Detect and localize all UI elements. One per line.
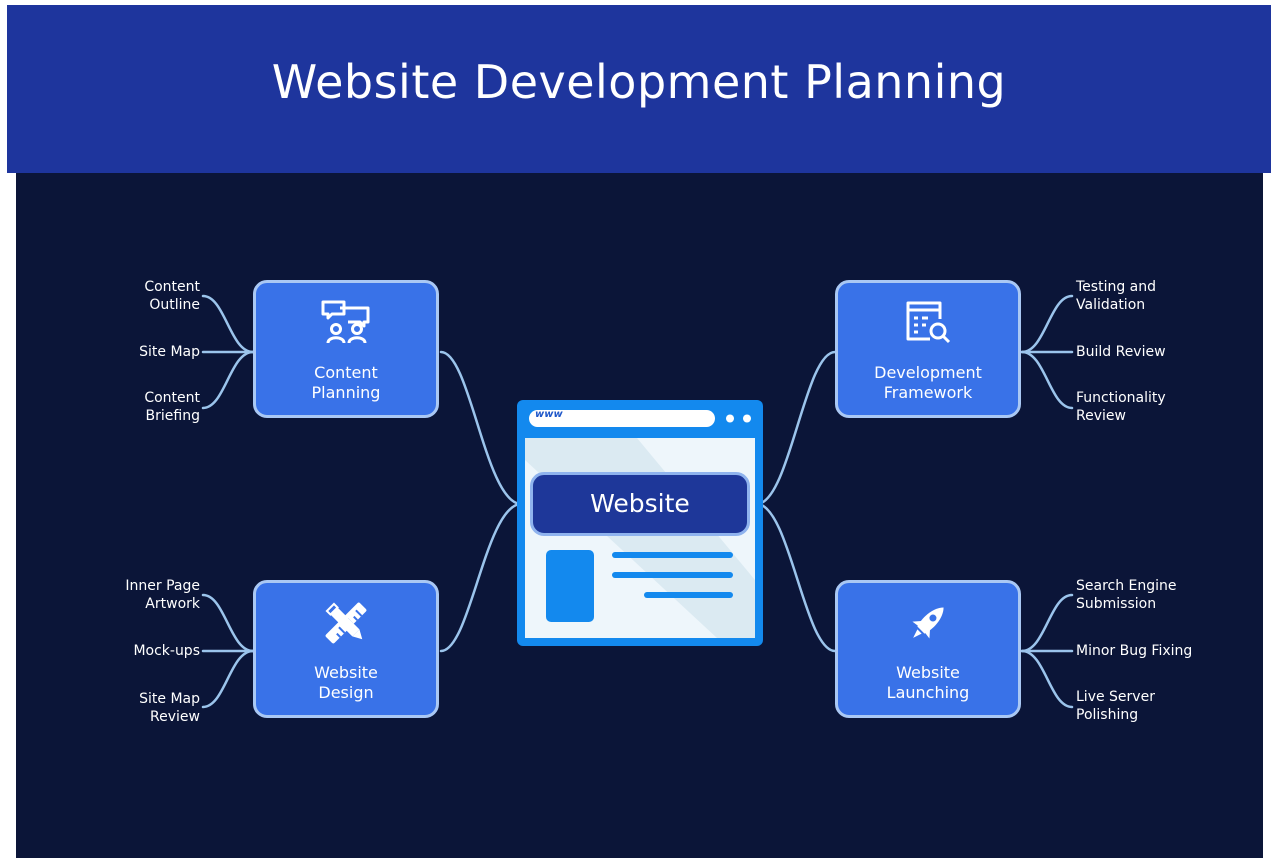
connector-center-content-planning (439, 350, 522, 506)
rocket-icon (912, 607, 944, 639)
leaf-testing-validation: Testing and Validation (1076, 279, 1157, 313)
connector-center-website-launching (756, 502, 837, 653)
leaf-inner-page-artwork: Inner Page Artwork (125, 578, 200, 612)
leaf-build-review: Build Review (1076, 344, 1166, 360)
connector-live-server (1020, 649, 1074, 709)
node-website-launching: Website Launching (835, 580, 1021, 718)
node-content-planning: Content Planning (253, 280, 439, 418)
meeting-chat-icon (321, 300, 370, 344)
node-label: Website Launching (886, 663, 970, 702)
connector-search-engine (1020, 593, 1074, 653)
connector-site-map-review (201, 649, 255, 709)
connector-functionality-review (1020, 350, 1074, 410)
node-website-design: Website Design (253, 580, 439, 718)
central-node-website: Website (530, 472, 750, 536)
leaf-minor-bug-fixing: Minor Bug Fixing (1076, 643, 1193, 659)
leaf-search-engine-submission: Search Engine Submission (1076, 578, 1177, 612)
leaf-mock-ups: Mock-ups (133, 643, 200, 659)
leaf-content-briefing: Content Briefing (144, 390, 200, 424)
leaf-site-map: Site Map (139, 344, 200, 360)
node-development-framework: Development Framework (835, 280, 1021, 418)
connector-center-website-design (439, 502, 522, 653)
leaf-functionality-review: Functionality Review (1076, 390, 1166, 424)
node-label: Development Framework (874, 363, 982, 402)
ruler-pencil-icon (325, 602, 367, 644)
leaf-site-map-review: Site Map Review (139, 691, 200, 725)
node-label: Content Planning (311, 363, 381, 402)
browser-url-text: www (535, 409, 563, 420)
connector-testing-validation (1020, 294, 1074, 354)
connector-center-development-framework (756, 350, 837, 506)
leaf-live-server-polishing: Live Server Polishing (1076, 689, 1155, 723)
connector-content-outline (201, 294, 255, 354)
leaf-content-outline: Content Outline (144, 279, 200, 313)
node-label: Website Design (314, 663, 378, 702)
connector-content-briefing (201, 350, 255, 410)
connector-inner-page-artwork (201, 593, 255, 653)
document-search-icon (906, 301, 951, 344)
